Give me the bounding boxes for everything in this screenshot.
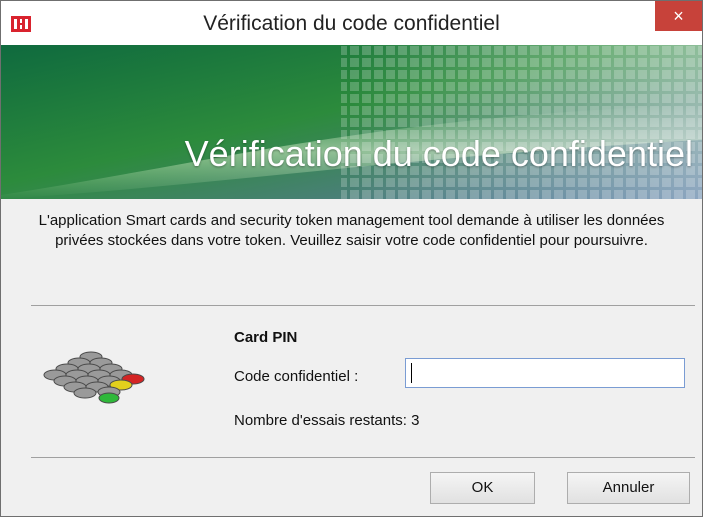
- header-banner: Vérification du code confidentiel: [1, 45, 702, 199]
- window-title: Vérification du code confidentiel: [203, 12, 500, 35]
- cancel-button[interactable]: Annuler: [567, 472, 690, 504]
- pin-dialog-window: Vérification du code confidentiel × Véri…: [0, 0, 703, 517]
- banner-background: [1, 45, 702, 199]
- bottom-divider: [31, 457, 695, 458]
- pin-field-label: Code confidentiel :: [234, 368, 359, 385]
- top-divider: [31, 305, 695, 306]
- banner-title: Vérification du code confidentiel: [184, 133, 693, 174]
- text-cursor: [411, 363, 412, 383]
- smart-token-icon: [43, 351, 145, 404]
- close-icon: ×: [673, 6, 684, 26]
- pin-input[interactable]: [405, 358, 685, 388]
- request-message: L'application Smart cards and security t…: [38, 212, 665, 249]
- title-bar[interactable]: Vérification du code confidentiel ×: [1, 1, 702, 45]
- remaining-attempts: Nombre d'essais restants: 3: [234, 412, 420, 429]
- close-button[interactable]: ×: [655, 1, 702, 31]
- ok-button[interactable]: OK: [430, 472, 535, 504]
- pin-heading: Card PIN: [234, 329, 298, 346]
- dialog-content: L'application Smart cards and security t…: [1, 199, 702, 516]
